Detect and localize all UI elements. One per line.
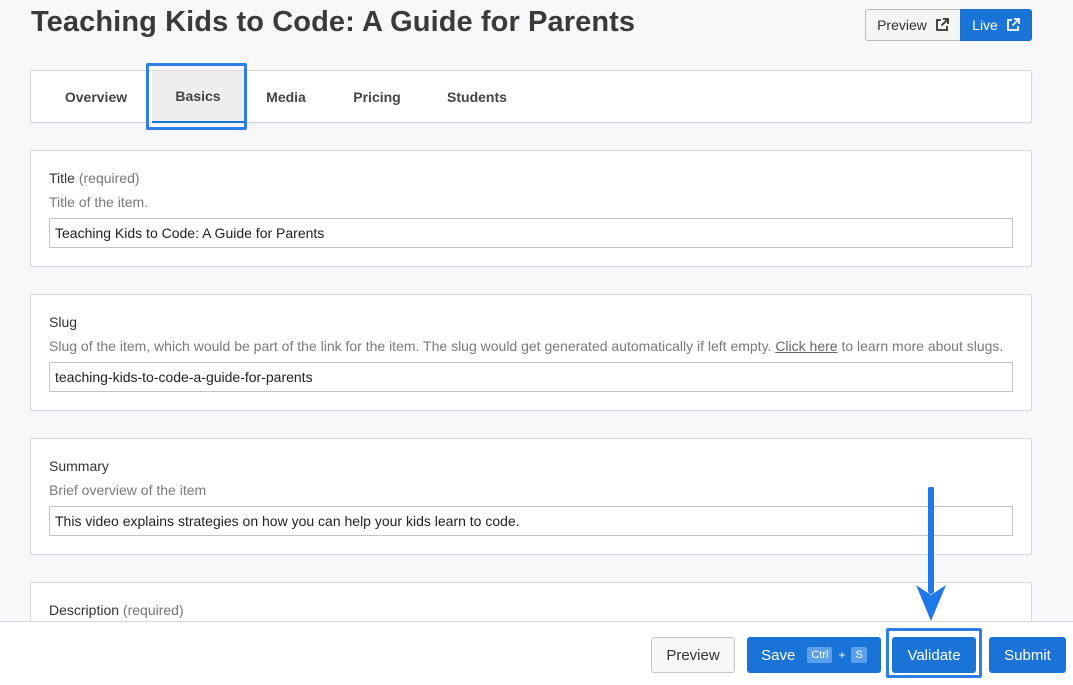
summary-input[interactable]: [49, 506, 1013, 536]
validate-button[interactable]: Validate: [892, 637, 976, 673]
external-link-icon: [935, 18, 949, 31]
save-button[interactable]: Save Ctrl + S: [747, 637, 881, 673]
title-label-text: Title: [49, 170, 75, 186]
tab-basics[interactable]: Basics: [152, 71, 244, 123]
description-label: Description (required): [49, 602, 184, 618]
slug-help-text-after: to learn more about slugs.: [837, 338, 1004, 354]
shortcut-ctrl-key: Ctrl: [807, 647, 833, 663]
summary-help: Brief overview of the item: [49, 482, 207, 498]
title-panel: Title (required) Title of the item.: [30, 150, 1032, 267]
slug-help-link[interactable]: Click here: [775, 338, 837, 354]
title-required-note: (required): [78, 170, 140, 186]
save-label: Save: [761, 646, 796, 664]
tab-media[interactable]: Media: [256, 71, 316, 122]
tab-overview[interactable]: Overview: [61, 71, 131, 122]
page-title: Teaching Kids to Code: A Guide for Paren…: [31, 6, 636, 38]
slug-panel: Slug Slug of the item, which would be pa…: [30, 294, 1032, 411]
top-preview-button[interactable]: Preview: [865, 9, 960, 41]
preview-button[interactable]: Preview: [651, 637, 735, 673]
top-actions: Preview Live: [865, 9, 1032, 41]
slug-help-text: Slug of the item, which would be part of…: [49, 338, 772, 354]
title-help: Title of the item.: [49, 194, 149, 210]
shortcut-plus: +: [838, 648, 846, 662]
tab-students[interactable]: Students: [441, 71, 513, 122]
top-preview-label: Preview: [877, 17, 927, 33]
top-live-label: Live: [972, 17, 998, 33]
tab-bar: Overview Basics Media Pricing Students: [30, 70, 1032, 123]
tab-pricing[interactable]: Pricing: [347, 71, 407, 122]
summary-panel: Summary Brief overview of the item: [30, 438, 1032, 555]
title-input[interactable]: [49, 218, 1013, 248]
external-link-icon: [1006, 18, 1020, 31]
slug-input[interactable]: [49, 362, 1013, 392]
title-label: Title (required): [49, 170, 140, 186]
slug-label: Slug: [49, 314, 78, 330]
description-required-note: (required): [122, 602, 184, 618]
submit-button[interactable]: Submit: [989, 637, 1066, 673]
summary-label: Summary: [49, 458, 109, 474]
description-label-text: Description: [49, 602, 120, 618]
slug-help: Slug of the item, which would be part of…: [49, 338, 1003, 354]
bottom-action-bar: Preview Save Ctrl + S Validate Submit: [0, 621, 1073, 685]
shortcut-s-key: S: [851, 647, 867, 663]
top-live-button[interactable]: Live: [960, 9, 1032, 41]
